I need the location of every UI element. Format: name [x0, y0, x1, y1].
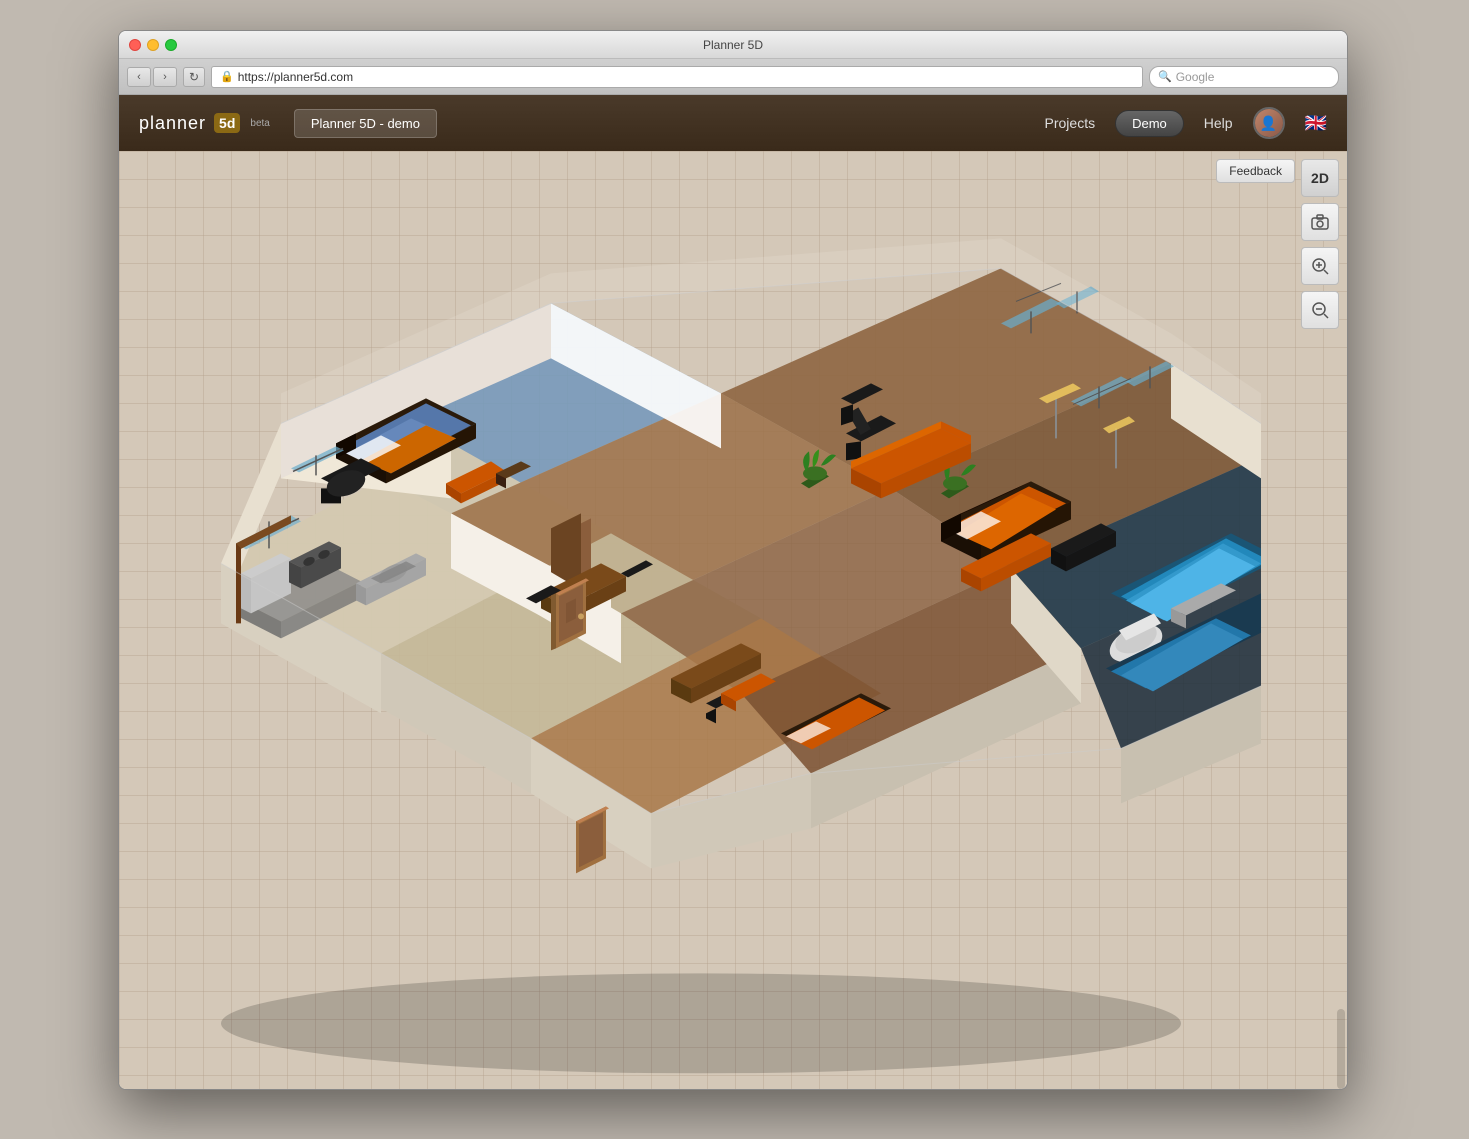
- lock-icon: 🔒: [220, 70, 234, 83]
- nav-buttons: ‹ ›: [127, 67, 177, 87]
- beta-badge: beta: [250, 118, 269, 129]
- projects-link[interactable]: Projects: [1045, 115, 1096, 131]
- search-field[interactable]: 🔍 Google: [1149, 66, 1339, 88]
- url-field[interactable]: 🔒 https://planner5d.com: [211, 66, 1143, 88]
- url-bar: ‹ › ↻ 🔒 https://planner5d.com 🔍 Google: [119, 59, 1347, 95]
- canvas-area[interactable]: Feedback 2D: [119, 151, 1347, 1090]
- scroll-indicator: [1337, 1009, 1345, 1089]
- language-flag[interactable]: 🇬🇧: [1305, 113, 1327, 134]
- maximize-button[interactable]: [165, 39, 177, 51]
- zoom-out-button[interactable]: [1301, 291, 1339, 329]
- help-link[interactable]: Help: [1204, 115, 1233, 131]
- app-header: planner 5d beta Planner 5D - demo Projec…: [119, 95, 1347, 151]
- window-title: Planner 5D: [703, 38, 763, 52]
- feedback-button[interactable]: Feedback: [1216, 159, 1295, 183]
- forward-button[interactable]: ›: [153, 67, 177, 87]
- camera-button[interactable]: [1301, 203, 1339, 241]
- traffic-lights: [129, 39, 177, 51]
- right-toolbar: 2D: [1301, 159, 1339, 329]
- demo-button[interactable]: Demo: [1115, 110, 1184, 137]
- logo-text: planner: [139, 113, 206, 134]
- search-placeholder: Google: [1176, 70, 1215, 84]
- reload-button[interactable]: ↻: [183, 67, 205, 87]
- header-nav: Projects Demo Help 👤 🇬🇧: [1045, 107, 1327, 139]
- zoom-in-button[interactable]: [1301, 247, 1339, 285]
- url-text: https://planner5d.com: [238, 70, 353, 84]
- search-icon: 🔍: [1158, 70, 1172, 83]
- floor-plan: [161, 203, 1261, 1073]
- close-button[interactable]: [129, 39, 141, 51]
- title-bar: Planner 5D: [119, 31, 1347, 59]
- project-tab[interactable]: Planner 5D - demo: [294, 109, 437, 138]
- back-button[interactable]: ‹: [127, 67, 151, 87]
- logo-box: 5d: [214, 113, 240, 133]
- 2d-button[interactable]: 2D: [1301, 159, 1339, 197]
- logo-area: planner 5d beta: [139, 113, 270, 134]
- minimize-button[interactable]: [147, 39, 159, 51]
- browser-window: Planner 5D ‹ › ↻ 🔒 https://planner5d.com…: [118, 30, 1348, 1090]
- user-avatar[interactable]: 👤: [1253, 107, 1285, 139]
